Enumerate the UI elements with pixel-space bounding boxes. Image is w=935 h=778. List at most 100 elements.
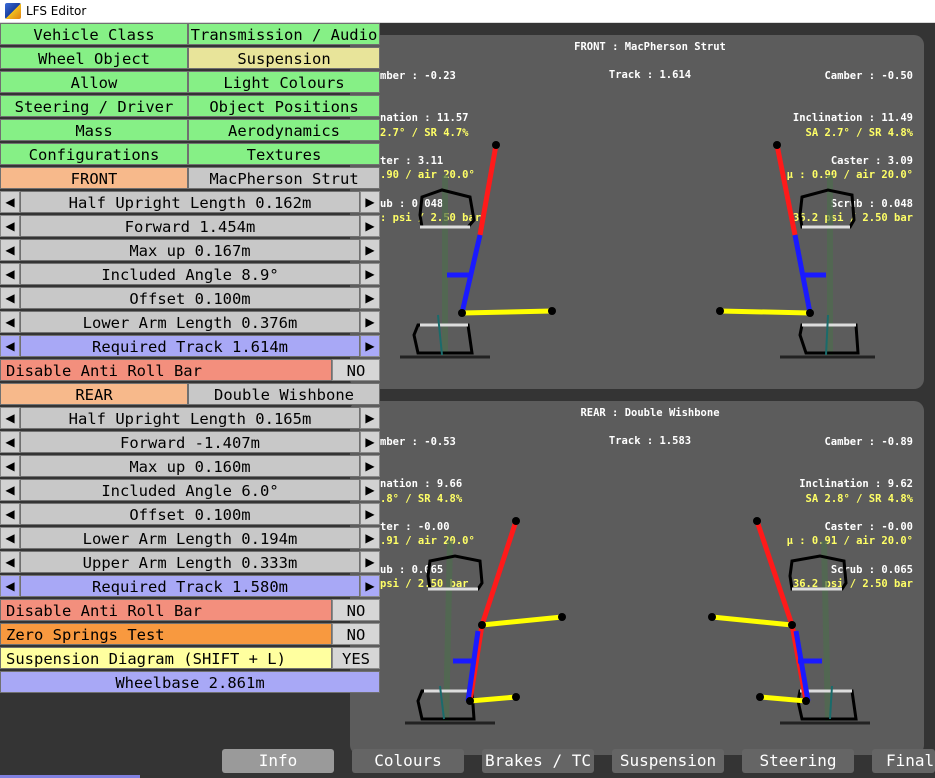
textures-button[interactable]: Textures <box>188 143 380 165</box>
rear-lower-arm-length-value: Lower Arm Length 0.194m <box>20 527 360 549</box>
front-required-track-decrease-arrow[interactable]: ◀ <box>0 335 20 357</box>
suspension-button[interactable]: Suspension <box>188 47 380 69</box>
front-left-wheel <box>400 175 490 359</box>
rear-axle-label: REAR <box>0 383 188 405</box>
wheelbase-value: Wheelbase 2.861m <box>0 671 380 693</box>
rear-upper-arm-length-decrease-arrow[interactable]: ◀ <box>0 551 20 573</box>
allow-button[interactable]: Allow <box>0 71 188 93</box>
rear-header-row: REAR Double Wishbone <box>0 383 380 406</box>
front-max-up-decrease-arrow[interactable]: ◀ <box>0 239 20 261</box>
tab-steering[interactable]: Steering <box>742 749 854 773</box>
aerodynamics-button[interactable]: Aerodynamics <box>188 119 380 141</box>
rear-upper-arm-length-increase-arrow[interactable]: ▶ <box>360 551 380 573</box>
rear-max-up-increase-arrow[interactable]: ▶ <box>360 455 380 477</box>
rear-forward-row: ◀ Forward -1.407m ▶ <box>0 431 380 454</box>
rear-offset-value: Offset 0.100m <box>20 503 360 525</box>
wheelbase-row: Wheelbase 2.861m <box>0 671 380 694</box>
rear-included-angle-value: Included Angle 6.0° <box>20 479 360 501</box>
front-max-up-increase-arrow[interactable]: ▶ <box>360 239 380 261</box>
rear-half-upright-length-row: ◀ Half Upright Length 0.165m ▶ <box>0 407 380 430</box>
front-forward-row: ◀ Forward 1.454m ▶ <box>0 215 380 238</box>
object-positions-button[interactable]: Object Positions <box>188 95 380 117</box>
suspension-diagram-toggle-row: Suspension Diagram (SHIFT + L) YES <box>0 647 380 670</box>
suspension-diagram-toggle-label[interactable]: Suspension Diagram (SHIFT + L) <box>0 647 332 669</box>
rear-included-angle-decrease-arrow[interactable]: ◀ <box>0 479 20 501</box>
rear-half-upright-length-decrease-arrow[interactable]: ◀ <box>0 407 20 429</box>
menu-row-5: Mass Aerodynamics <box>0 119 380 142</box>
front-half-upright-length-increase-arrow[interactable]: ▶ <box>360 191 380 213</box>
vehicle-class-button[interactable]: Vehicle Class <box>0 23 188 45</box>
front-lower-arm-length-decrease-arrow[interactable]: ◀ <box>0 311 20 333</box>
menu-row-4: Steering / Driver Object Positions <box>0 95 380 118</box>
tab-info[interactable]: Info <box>222 749 334 773</box>
menu-row-1: Vehicle Class Transmission / Audio <box>0 23 380 46</box>
rear-disable-anti-roll-bar-row: Disable Anti Roll Bar NO <box>0 599 380 622</box>
front-geometry-drawing <box>400 141 875 359</box>
title-bar: LFS Editor <box>0 0 935 23</box>
rear-lower-arm-length-row: ◀ Lower Arm Length 0.194m ▶ <box>0 527 380 550</box>
rear-lower-arm-length-increase-arrow[interactable]: ▶ <box>360 527 380 549</box>
zero-springs-test-value[interactable]: NO <box>332 623 380 645</box>
rear-max-up-decrease-arrow[interactable]: ◀ <box>0 455 20 477</box>
front-disable-anti-roll-bar-value[interactable]: NO <box>332 359 380 381</box>
front-max-up-value: Max up 0.167m <box>20 239 360 261</box>
light-colours-button[interactable]: Light Colours <box>188 71 380 93</box>
front-offset-value: Offset 0.100m <box>20 287 360 309</box>
front-suspension-type-button[interactable]: MacPherson Strut <box>188 167 380 189</box>
suspension-diagram-toggle-value[interactable]: YES <box>332 647 380 669</box>
rear-forward-increase-arrow[interactable]: ▶ <box>360 431 380 453</box>
zero-springs-test-row: Zero Springs Test NO <box>0 623 380 646</box>
front-offset-row: ◀ Offset 0.100m ▶ <box>0 287 380 310</box>
front-forward-increase-arrow[interactable]: ▶ <box>360 215 380 237</box>
front-required-track-value: Required Track 1.614m <box>20 335 360 357</box>
menu-row-3: Allow Light Colours <box>0 71 380 94</box>
rear-forward-decrease-arrow[interactable]: ◀ <box>0 431 20 453</box>
front-required-track-increase-arrow[interactable]: ▶ <box>360 335 380 357</box>
rear-half-upright-length-value: Half Upright Length 0.165m <box>20 407 360 429</box>
rear-required-track-increase-arrow[interactable]: ▶ <box>360 575 380 597</box>
tab-final-drive[interactable]: Final D <box>872 749 935 773</box>
front-offset-decrease-arrow[interactable]: ◀ <box>0 287 20 309</box>
rear-disable-anti-roll-bar-label[interactable]: Disable Anti Roll Bar <box>0 599 332 621</box>
rear-half-upright-length-increase-arrow[interactable]: ▶ <box>360 407 380 429</box>
rear-max-up-row: ◀ Max up 0.160m ▶ <box>0 455 380 478</box>
front-axle-label: FRONT <box>0 167 188 189</box>
front-required-track-row: ◀ Required Track 1.614m ▶ <box>0 335 380 358</box>
front-forward-decrease-arrow[interactable]: ◀ <box>0 215 20 237</box>
mass-button[interactable]: Mass <box>0 119 188 141</box>
front-offset-increase-arrow[interactable]: ▶ <box>360 287 380 309</box>
front-suspension-diagram: mber : -0.23 nation : 11.57 ter : 3.11 u… <box>350 35 924 389</box>
front-half-upright-length-row: ◀ Half Upright Length 0.162m ▶ <box>0 191 380 214</box>
rear-offset-row: ◀ Offset 0.100m ▶ <box>0 503 380 526</box>
zero-springs-test-label[interactable]: Zero Springs Test <box>0 623 332 645</box>
rear-required-track-row: ◀ Required Track 1.580m ▶ <box>0 575 380 598</box>
rear-included-angle-row: ◀ Included Angle 6.0° ▶ <box>0 479 380 502</box>
front-included-angle-row: ◀ Included Angle 8.9° ▶ <box>0 263 380 286</box>
front-max-up-row: ◀ Max up 0.167m ▶ <box>0 239 380 262</box>
rear-required-track-value: Required Track 1.580m <box>20 575 360 597</box>
rear-required-track-decrease-arrow[interactable]: ◀ <box>0 575 20 597</box>
rear-suspension-type-button[interactable]: Double Wishbone <box>188 383 380 405</box>
front-disable-anti-roll-bar-label[interactable]: Disable Anti Roll Bar <box>0 359 332 381</box>
rear-disable-anti-roll-bar-value[interactable]: NO <box>332 599 380 621</box>
transmission-audio-button[interactable]: Transmission / Audio <box>188 23 380 45</box>
app-icon <box>5 3 21 19</box>
rear-offset-decrease-arrow[interactable]: ◀ <box>0 503 20 525</box>
rear-forward-value: Forward -1.407m <box>20 431 360 453</box>
front-included-angle-decrease-arrow[interactable]: ◀ <box>0 263 20 285</box>
tab-suspension[interactable]: Suspension <box>612 749 724 773</box>
tab-colours[interactable]: Colours <box>352 749 464 773</box>
front-half-upright-length-decrease-arrow[interactable]: ◀ <box>0 191 20 213</box>
rear-offset-increase-arrow[interactable]: ▶ <box>360 503 380 525</box>
front-header-row: FRONT MacPherson Strut <box>0 167 380 190</box>
front-included-angle-increase-arrow[interactable]: ▶ <box>360 263 380 285</box>
wheel-object-button[interactable]: Wheel Object <box>0 47 188 69</box>
configurations-button[interactable]: Configurations <box>0 143 188 165</box>
rear-max-up-value: Max up 0.160m <box>20 455 360 477</box>
rear-included-angle-increase-arrow[interactable]: ▶ <box>360 479 380 501</box>
steering-driver-button[interactable]: Steering / Driver <box>0 95 188 117</box>
menu-row-6: Configurations Textures <box>0 143 380 166</box>
front-lower-arm-length-increase-arrow[interactable]: ▶ <box>360 311 380 333</box>
tab-brakes-tc[interactable]: Brakes / TC <box>482 749 594 773</box>
rear-lower-arm-length-decrease-arrow[interactable]: ◀ <box>0 527 20 549</box>
